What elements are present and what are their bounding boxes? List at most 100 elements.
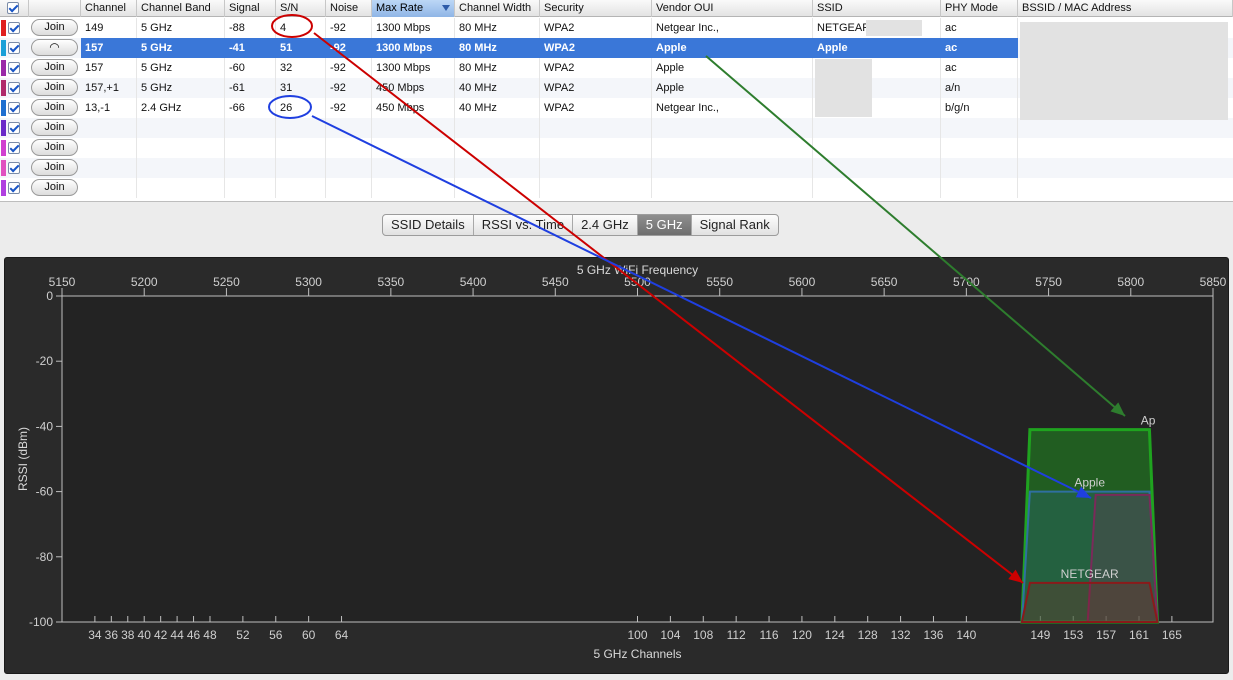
channel-tick-label: 112 (727, 628, 746, 642)
wifi-explorer-window: Channel Channel Band Signal S/N Noise Ma… (0, 0, 1233, 680)
row-visibility-toggle[interactable] (0, 138, 29, 158)
network-color-swatch (1, 140, 6, 156)
row-checkbox[interactable] (8, 122, 20, 134)
header-channel-width[interactable]: Channel Width (455, 0, 540, 17)
cell-vendor (652, 178, 813, 198)
header-vendor-oui[interactable]: Vendor OUI (652, 0, 813, 17)
row-checkbox[interactable] (8, 42, 20, 54)
row-checkbox[interactable] (8, 62, 20, 74)
tab-rssi-vs-time[interactable]: RSSI vs. Time (474, 215, 574, 235)
cell-rate: 450 Mbps (372, 78, 455, 98)
cell-ssid (813, 178, 941, 198)
connected-wifi-icon[interactable]: ◠ (31, 39, 78, 56)
row-visibility-toggle[interactable] (0, 78, 29, 98)
header-security[interactable]: Security (540, 0, 652, 17)
channel-tick-label: 60 (302, 628, 316, 642)
cell-signal (225, 118, 276, 138)
header-ssid[interactable]: SSID (813, 0, 941, 17)
redacted-ssid-block-2 (815, 59, 872, 117)
tab-ssid-details[interactable]: SSID Details (383, 215, 474, 235)
row-checkbox[interactable] (8, 182, 20, 194)
table-row[interactable]: Join (0, 138, 1233, 158)
channel-tick-label: 104 (660, 628, 680, 642)
cell-vendor: Apple (652, 58, 813, 78)
cell-phy: ac (941, 38, 1018, 58)
header-phy-mode[interactable]: PHY Mode (941, 0, 1018, 17)
cell-security: WPA2 (540, 98, 652, 118)
cell-rate (372, 178, 455, 198)
y-axis-label: RSSI (dBm) (16, 427, 30, 491)
header-channel[interactable]: Channel (81, 0, 137, 17)
row-visibility-toggle[interactable] (0, 178, 29, 198)
join-button[interactable]: Join (31, 119, 78, 136)
row-visibility-toggle[interactable] (0, 58, 29, 78)
row-checkbox[interactable] (8, 102, 20, 114)
row-visibility-toggle[interactable] (0, 18, 29, 38)
row-visibility-toggle[interactable] (0, 38, 29, 58)
header-noise[interactable]: Noise (326, 0, 372, 17)
row-checkbox[interactable] (8, 142, 20, 154)
join-button[interactable]: Join (31, 99, 78, 116)
cell-sn (276, 138, 326, 158)
row-checkbox[interactable] (8, 82, 20, 94)
channel-tick-label: 124 (825, 628, 845, 642)
tab-2-4-ghz[interactable]: 2.4 GHz (573, 215, 638, 235)
cell-band (137, 178, 225, 198)
table-row[interactable]: Join (0, 178, 1233, 198)
header-channel-band[interactable]: Channel Band (137, 0, 225, 17)
row-visibility-toggle[interactable] (0, 158, 29, 178)
freq-tick-label: 5600 (789, 275, 816, 289)
channel-tick-label: 153 (1063, 628, 1083, 642)
tab-signal-rank[interactable]: Signal Rank (692, 215, 778, 235)
cell-signal: -61 (225, 78, 276, 98)
cell-width (455, 118, 540, 138)
row-visibility-toggle[interactable] (0, 98, 29, 118)
frequency-chart-svg: 5 GHz WiFi Frequency5150 5200 5250 5300 5350… (16, 263, 1227, 661)
table-row[interactable]: Join (0, 158, 1233, 178)
header-sn[interactable]: S/N (276, 0, 326, 17)
cell-signal (225, 138, 276, 158)
cell-band: 5 GHz (137, 18, 225, 38)
table-row[interactable]: Join (0, 118, 1233, 138)
network-color-swatch (1, 20, 6, 36)
header-bssid[interactable]: BSSID / MAC Address (1018, 0, 1233, 17)
cell-channel: 157 (81, 38, 137, 58)
join-button[interactable]: Join (31, 139, 78, 156)
cell-channel: 149 (81, 18, 137, 38)
header-signal[interactable]: Signal (225, 0, 276, 17)
select-all-checkbox[interactable] (7, 2, 19, 14)
redacted-ssid-block-1 (866, 20, 922, 36)
cell-vendor: Netgear Inc., (652, 18, 813, 38)
cell-security: WPA2 (540, 38, 652, 58)
cell-signal: -66 (225, 98, 276, 118)
row-visibility-toggle[interactable] (0, 118, 29, 138)
join-button[interactable]: Join (31, 159, 78, 176)
cell-rate: 1300 Mbps (372, 38, 455, 58)
row-checkbox[interactable] (8, 22, 20, 34)
sort-descending-icon (442, 5, 450, 11)
network-color-swatch (1, 40, 6, 56)
cell-width: 40 MHz (455, 98, 540, 118)
cell-security: WPA2 (540, 18, 652, 38)
cell-width: 80 MHz (455, 58, 540, 78)
cell-band: 5 GHz (137, 78, 225, 98)
header-checkbox-column[interactable] (0, 0, 29, 17)
network-color-swatch (1, 100, 6, 116)
channel-tick-label: 36 (105, 628, 119, 642)
header-max-rate[interactable]: Max Rate (372, 0, 455, 17)
rssi-tick-label: -20 (36, 354, 54, 368)
row-checkbox[interactable] (8, 162, 20, 174)
channel-tick-label: 64 (335, 628, 349, 642)
channel-tick-label: 161 (1129, 628, 1149, 642)
join-button[interactable]: Join (31, 19, 78, 36)
cell-channel (81, 138, 137, 158)
join-button[interactable]: Join (31, 79, 78, 96)
network-color-swatch (1, 160, 6, 176)
cell-rate (372, 158, 455, 178)
join-button[interactable]: Join (31, 59, 78, 76)
join-button[interactable]: Join (31, 179, 78, 196)
rssi-tick-label: -80 (36, 550, 54, 564)
tab-5-ghz[interactable]: 5 GHz (637, 215, 692, 235)
channel-tick-label: 44 (170, 628, 184, 642)
cell-band (137, 118, 225, 138)
